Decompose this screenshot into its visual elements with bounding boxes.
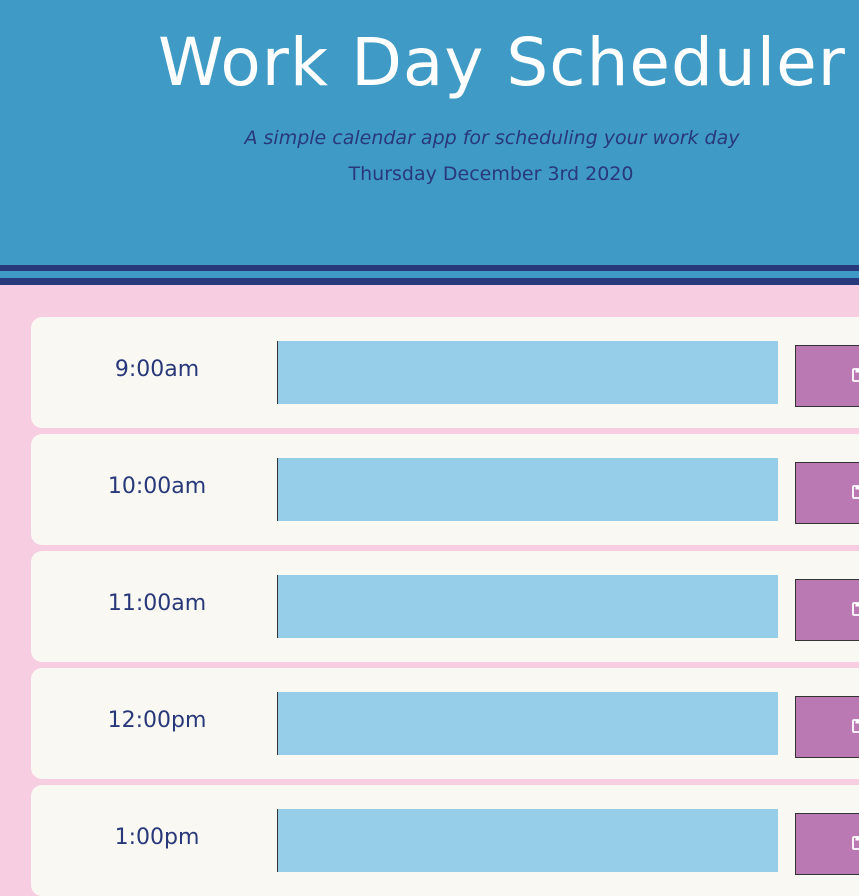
time-block-row: 11:00am [31, 551, 859, 662]
event-input[interactable] [277, 341, 778, 404]
time-block-row: 9:00am [31, 317, 859, 428]
page-header: Work Day Scheduler A simple calendar app… [0, 0, 859, 265]
event-input[interactable] [277, 692, 778, 755]
time-block-row: 10:00am [31, 434, 859, 545]
hour-label: 1:00pm [31, 785, 283, 885]
page-subtitle: A simple calendar app for scheduling you… [0, 127, 859, 149]
save-button[interactable] [795, 462, 859, 524]
floppy-disk-icon [852, 836, 859, 850]
hour-label: 10:00am [31, 434, 283, 534]
floppy-disk-icon [852, 602, 859, 616]
time-block-row: 1:00pm [31, 785, 859, 896]
save-button[interactable] [795, 579, 859, 641]
time-block-row: 12:00pm [31, 668, 859, 779]
event-input[interactable] [277, 575, 778, 638]
event-input[interactable] [277, 458, 778, 521]
hour-label: 12:00pm [31, 668, 283, 768]
save-button[interactable] [795, 696, 859, 758]
current-date: Thursday December 3rd 2020 [0, 163, 859, 185]
floppy-disk-icon [852, 368, 859, 382]
save-button[interactable] [795, 813, 859, 875]
save-button[interactable] [795, 345, 859, 407]
header-divider-bottom [0, 278, 859, 285]
hour-label: 9:00am [31, 317, 283, 417]
page-title: Work Day Scheduler [158, 30, 846, 96]
floppy-disk-icon [852, 719, 859, 733]
floppy-disk-icon [852, 485, 859, 499]
hour-label: 11:00am [31, 551, 283, 651]
event-input[interactable] [277, 809, 778, 872]
header-divider-gap [0, 271, 859, 278]
